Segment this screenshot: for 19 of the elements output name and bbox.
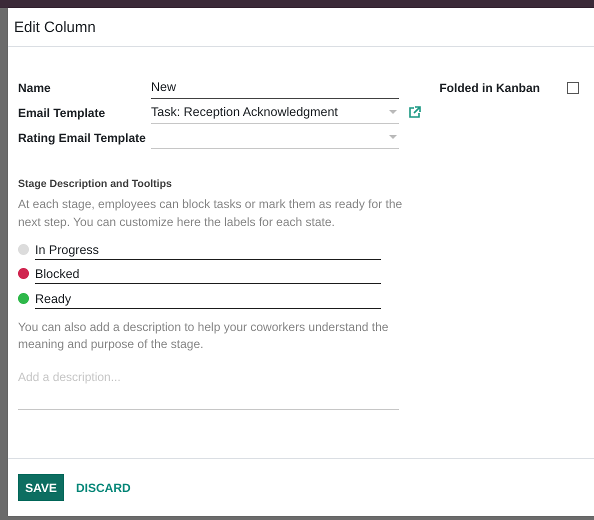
save-button[interactable]: SAVE <box>18 474 64 501</box>
caret-icon <box>389 135 397 139</box>
select-field[interactable]: Task: Reception Acknowledgment <box>151 102 399 124</box>
help-text: You can also add a description to help your coworkers understand the meaning and purpose of the stage. <box>18 318 390 353</box>
input-field[interactable]: New <box>151 76 399 98</box>
section-title: Stage Description and Tooltips <box>18 178 173 190</box>
input-field[interactable]: Ready <box>35 288 381 309</box>
help-text: At each stage, employees can block tasks or mark them as ready for the next step. You can customize here the labels for each state. <box>18 196 404 230</box>
input-field[interactable]: Blocked <box>35 263 381 284</box>
discard-button[interactable]: DISCARD <box>76 480 131 494</box>
checkbox[interactable] <box>567 82 579 94</box>
external-link-icon[interactable] <box>408 106 421 119</box>
field-label: Folded in Kanban <box>439 80 540 94</box>
field-label: Email Template <box>18 106 106 120</box>
input-field[interactable]: In Progress <box>35 238 381 260</box>
field-label: Rating Email Template <box>18 130 147 144</box>
field-label: Name <box>18 80 52 94</box>
dialog-title: Edit Column <box>14 18 96 36</box>
caret-icon <box>389 110 397 114</box>
